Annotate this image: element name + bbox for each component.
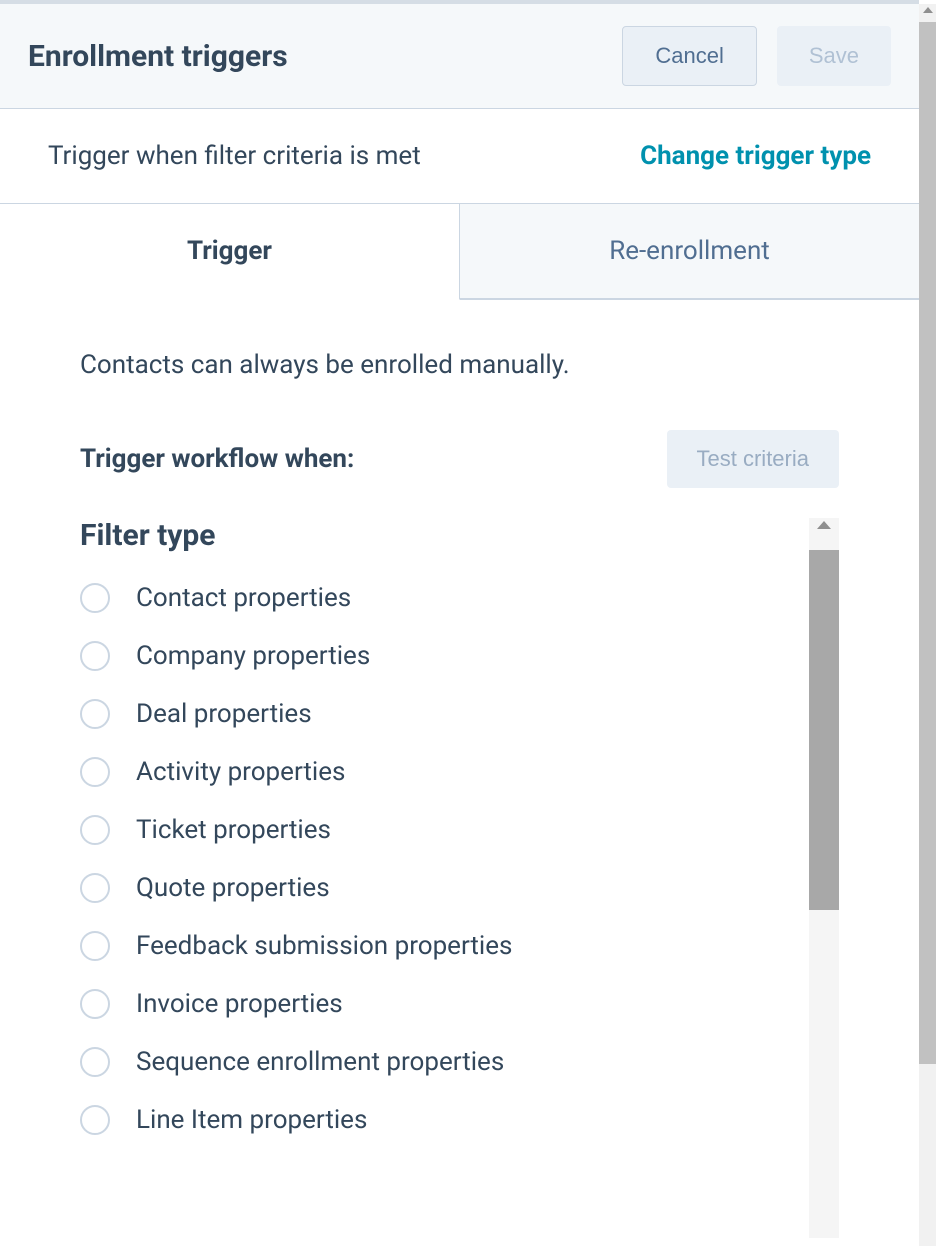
- filter-label: Sequence enrollment properties: [136, 1047, 504, 1077]
- filter-label: Deal properties: [136, 699, 312, 729]
- scroll-thumb[interactable]: [809, 550, 839, 910]
- trigger-row: Trigger workflow when: Test criteria: [80, 430, 839, 488]
- header: Enrollment triggers Cancel Save: [0, 4, 919, 109]
- filter-label: Feedback submission properties: [136, 931, 512, 961]
- radio-icon: [80, 641, 110, 671]
- content: Contacts can always be enrolled manually…: [0, 300, 919, 1165]
- radio-icon: [80, 583, 110, 613]
- filter-section: Filter type Contact properties Company p…: [80, 518, 839, 1135]
- test-criteria-button: Test criteria: [667, 430, 839, 488]
- tab-reenrollment[interactable]: Re-enrollment: [460, 204, 919, 299]
- filter-label: Contact properties: [136, 583, 351, 613]
- subheader: Trigger when filter criteria is met Chan…: [0, 109, 919, 204]
- filter-option-company-properties[interactable]: Company properties: [80, 641, 809, 671]
- radio-icon: [80, 699, 110, 729]
- radio-icon: [80, 989, 110, 1019]
- filter-option-sequence-enrollment-properties[interactable]: Sequence enrollment properties: [80, 1047, 809, 1077]
- filter-option-contact-properties[interactable]: Contact properties: [80, 583, 809, 613]
- tabs: Trigger Re-enrollment: [0, 204, 919, 300]
- filter-label: Ticket properties: [136, 815, 331, 845]
- filter-label: Invoice properties: [136, 989, 343, 1019]
- radio-icon: [80, 1105, 110, 1135]
- radio-icon: [80, 757, 110, 787]
- radio-icon: [80, 815, 110, 845]
- intro-text: Contacts can always be enrolled manually…: [80, 350, 839, 380]
- save-button: Save: [777, 26, 891, 86]
- radio-icon: [80, 1047, 110, 1077]
- filter-label: Line Item properties: [136, 1105, 367, 1135]
- filter-label: Company properties: [136, 641, 370, 671]
- trigger-description: Trigger when filter criteria is met: [48, 141, 421, 171]
- filter-option-activity-properties[interactable]: Activity properties: [80, 757, 809, 787]
- header-buttons: Cancel Save: [622, 26, 891, 86]
- inner-scrollbar[interactable]: [809, 518, 839, 1238]
- filter-label: Quote properties: [136, 873, 330, 903]
- filter-list: Contact properties Company properties De…: [80, 583, 809, 1135]
- scroll-thumb[interactable]: [919, 22, 936, 1064]
- scroll-up-icon: [817, 521, 831, 529]
- cancel-button[interactable]: Cancel: [622, 26, 756, 86]
- radio-icon: [80, 873, 110, 903]
- filter-option-deal-properties[interactable]: Deal properties: [80, 699, 809, 729]
- filter-option-quote-properties[interactable]: Quote properties: [80, 873, 809, 903]
- tab-trigger[interactable]: Trigger: [0, 204, 460, 300]
- change-trigger-type-link[interactable]: Change trigger type: [640, 141, 871, 171]
- filter-option-line-item-properties[interactable]: Line Item properties: [80, 1105, 809, 1135]
- page-title: Enrollment triggers: [28, 39, 288, 74]
- scroll-up-icon: [923, 7, 933, 13]
- filter-type-heading: Filter type: [80, 518, 809, 553]
- filter-option-invoice-properties[interactable]: Invoice properties: [80, 989, 809, 1019]
- filter-option-ticket-properties[interactable]: Ticket properties: [80, 815, 809, 845]
- trigger-workflow-label: Trigger workflow when:: [80, 444, 354, 474]
- radio-icon: [80, 931, 110, 961]
- outer-scrollbar[interactable]: [919, 4, 936, 1246]
- filter-option-feedback-submission-properties[interactable]: Feedback submission properties: [80, 931, 809, 961]
- filter-label: Activity properties: [136, 757, 345, 787]
- panel: Enrollment triggers Cancel Save Trigger …: [0, 0, 919, 1246]
